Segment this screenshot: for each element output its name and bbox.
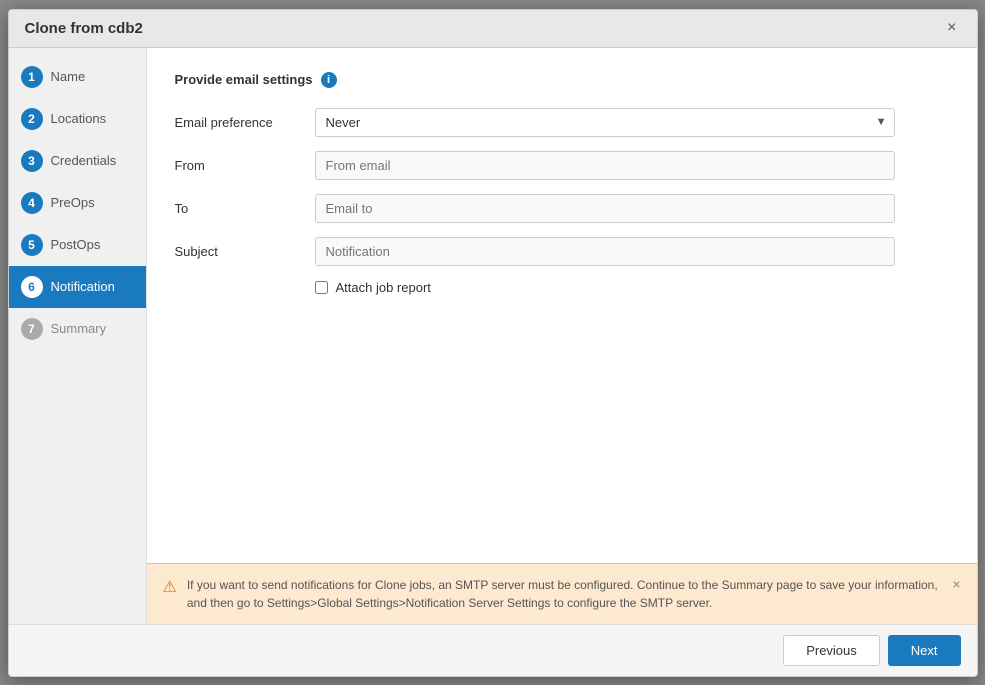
previous-button[interactable]: Previous [783,635,880,666]
sidebar-label-postops: PostOps [51,237,101,252]
sidebar-label-credentials: Credentials [51,153,117,168]
step-badge-1: 1 [21,66,43,88]
email-preference-select[interactable]: Never Always On Failure [315,108,895,137]
next-button[interactable]: Next [888,635,961,666]
to-row: To [175,194,949,223]
sidebar-item-summary[interactable]: 7 Summary [9,308,146,350]
subject-label: Subject [175,244,315,259]
sidebar-item-credentials[interactable]: 3 Credentials [9,140,146,182]
step-badge-4: 4 [21,192,43,214]
from-label: From [175,158,315,173]
notification-text: If you want to send notifications for Cl… [187,576,942,612]
dialog-title: Clone from cdb2 [25,20,143,37]
sidebar-item-preops[interactable]: 4 PreOps [9,182,146,224]
section-title: Provide email settings i [175,72,949,88]
from-row: From [175,151,949,180]
warning-icon: ⚠ [163,577,177,597]
email-preference-control: Never Always On Failure ▼ [315,108,895,137]
step-badge-3: 3 [21,150,43,172]
sidebar-label-summary: Summary [51,321,107,336]
sidebar-label-name: Name [51,69,86,84]
main-content: Provide email settings i Email preferenc… [147,48,977,624]
content-area: Provide email settings i Email preferenc… [147,48,977,563]
email-preference-label: Email preference [175,115,315,130]
attach-job-report-label[interactable]: Attach job report [336,280,431,295]
subject-row: Subject [175,237,949,266]
dialog-footer: Previous Next [9,624,977,676]
email-preference-row: Email preference Never Always On Failure… [175,108,949,137]
info-icon[interactable]: i [321,72,337,88]
attach-job-report-row: Attach job report [315,280,949,295]
from-control [315,151,895,180]
from-input[interactable] [315,151,895,180]
sidebar-label-locations: Locations [51,111,107,126]
sidebar-item-notification[interactable]: 6 Notification [9,266,146,308]
to-input[interactable] [315,194,895,223]
dialog-body: 1 Name 2 Locations 3 Credentials 4 PreOp… [9,48,977,624]
sidebar: 1 Name 2 Locations 3 Credentials 4 PreOp… [9,48,147,624]
sidebar-item-name[interactable]: 1 Name [9,56,146,98]
step-badge-2: 2 [21,108,43,130]
close-button[interactable]: × [943,20,960,36]
subject-input[interactable] [315,237,895,266]
step-badge-7: 7 [21,318,43,340]
to-label: To [175,201,315,216]
sidebar-label-preops: PreOps [51,195,95,210]
sidebar-item-locations[interactable]: 2 Locations [9,98,146,140]
sidebar-label-notification: Notification [51,279,115,294]
step-badge-5: 5 [21,234,43,256]
notification-bar: ⚠ If you want to send notifications for … [147,563,977,624]
to-control [315,194,895,223]
clone-dialog: Clone from cdb2 × 1 Name 2 Locations 3 C… [8,9,978,677]
sidebar-item-postops[interactable]: 5 PostOps [9,224,146,266]
dialog-header: Clone from cdb2 × [9,10,977,48]
attach-job-report-checkbox[interactable] [315,281,328,294]
step-badge-6: 6 [21,276,43,298]
email-preference-select-wrapper: Never Always On Failure ▼ [315,108,895,137]
notification-close-button[interactable]: × [952,576,960,592]
subject-control [315,237,895,266]
